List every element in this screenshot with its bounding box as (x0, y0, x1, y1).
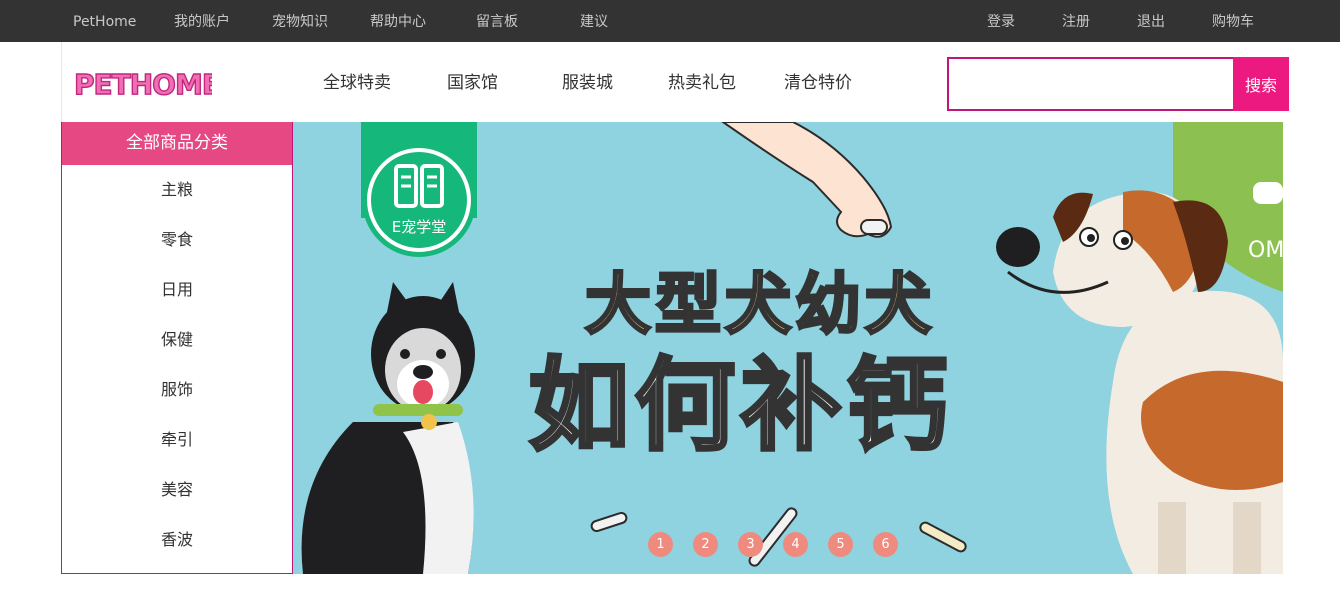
category-item-shampoo[interactable]: 香波 (62, 515, 292, 565)
carousel-dot-5[interactable]: 5 (828, 532, 853, 557)
badge-text: E宠学堂 (392, 218, 446, 236)
topbar-link-help-center[interactable]: 帮助中心 (370, 13, 426, 31)
category-item-health[interactable]: 保健 (62, 315, 292, 365)
carousel-dot-4[interactable]: 4 (783, 532, 808, 557)
category-item-daily-use[interactable]: 日用 (62, 265, 292, 315)
topbar-link-cart[interactable]: 购物车 (1212, 13, 1254, 31)
topbar-link-logout[interactable]: 退出 (1137, 13, 1165, 31)
carousel-pagination: 1 2 3 4 5 6 (648, 532, 918, 558)
logo-container[interactable]: PETHOME (61, 42, 293, 123)
topbar-link-message-board[interactable]: 留言板 (476, 13, 518, 31)
top-bar: PetHome 我的账户 宠物知识 帮助中心 留言板 建议 登录 注册 退出 购… (0, 0, 1340, 42)
search-bar: 搜索 (947, 57, 1289, 111)
topbar-link-suggestion[interactable]: 建议 (580, 13, 608, 31)
search-button[interactable]: 搜索 (1233, 57, 1289, 111)
banner-headline-line2: 如何补钙 (529, 347, 953, 464)
husky-illustration (301, 282, 475, 574)
topbar-link-register[interactable]: 注册 (1062, 13, 1090, 31)
carousel-dot-1[interactable]: 1 (648, 532, 673, 557)
nav-hot-gift-pack[interactable]: 热卖礼包 (668, 72, 736, 94)
topbar-link-pet-knowledge[interactable]: 宠物知识 (272, 13, 328, 31)
logo-text: PETHOME (74, 68, 212, 101)
nav-clothing-mall[interactable]: 服装城 (562, 72, 613, 94)
category-item-apparel[interactable]: 服饰 (62, 365, 292, 415)
carousel-dot-3[interactable]: 3 (738, 532, 763, 557)
category-sidebar: 全部商品分类 主粮 零食 日用 保健 服饰 牵引 美容 香波 (61, 122, 293, 574)
beagle-illustration: OM- (996, 122, 1283, 574)
topbar-link-my-account[interactable]: 我的账户 (174, 13, 230, 31)
category-item-grooming[interactable]: 美容 (62, 465, 292, 515)
e-pet-school-badge: E宠学堂 (361, 122, 477, 257)
category-list: 主粮 零食 日用 保健 服饰 牵引 美容 香波 (62, 165, 292, 565)
category-item-leash[interactable]: 牵引 (62, 415, 292, 465)
search-input[interactable] (947, 57, 1235, 111)
carousel-dot-6[interactable]: 6 (873, 532, 898, 557)
logo[interactable]: PETHOME (72, 65, 212, 101)
category-item-snacks[interactable]: 零食 (62, 215, 292, 265)
banner-headline-line1: 大型犬幼犬 (585, 266, 935, 343)
nav-clearance[interactable]: 清仓特价 (784, 72, 852, 94)
nav-global-sale[interactable]: 全球特卖 (323, 72, 391, 94)
banner-artwork: E宠学堂 大型犬幼犬 如何补钙 OM (301, 122, 1283, 574)
banner-carousel[interactable]: E宠学堂 大型犬幼犬 如何补钙 OM 1 2 3 4 5 6 (293, 122, 1283, 574)
category-title: 全部商品分类 (62, 122, 292, 165)
banner-side-text: OM- (1248, 238, 1283, 263)
topbar-link-login[interactable]: 登录 (987, 13, 1015, 31)
carousel-dot-2[interactable]: 2 (693, 532, 718, 557)
category-item-staple-food[interactable]: 主粮 (62, 165, 292, 215)
nav-country-pavilion[interactable]: 国家馆 (447, 72, 498, 94)
hand-illustration (721, 122, 893, 238)
topbar-link-pethome[interactable]: PetHome (73, 13, 136, 31)
